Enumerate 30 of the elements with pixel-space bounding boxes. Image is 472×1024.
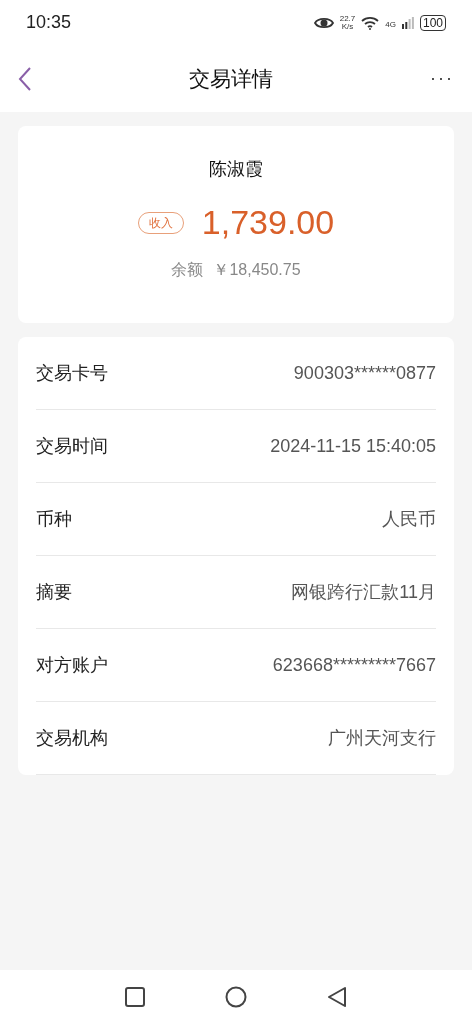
wifi-icon: [361, 15, 380, 30]
home-icon[interactable]: [225, 986, 247, 1008]
back-nav-icon[interactable]: [327, 986, 347, 1008]
page-title: 交易详情: [189, 65, 273, 92]
more-button[interactable]: ···: [430, 65, 454, 92]
back-icon[interactable]: [18, 66, 32, 91]
detail-value: 623668*********7667: [272, 653, 436, 677]
eye-icon: [313, 15, 334, 30]
payer-name: 陈淑霞: [209, 158, 263, 181]
detail-value: 2024-11-15 15:40:05: [270, 434, 436, 458]
status-time: 10:35: [26, 11, 72, 34]
detail-label: 交易卡号: [36, 361, 108, 385]
detail-value: 人民币: [382, 507, 436, 531]
detail-value: 广州天河支行: [328, 726, 436, 750]
detail-label: 摘要: [36, 580, 72, 604]
signal-icon: [401, 16, 414, 29]
detail-label: 币种: [36, 507, 72, 531]
balance-value: ￥18,450.75: [213, 260, 301, 280]
balance-label: 余额: [171, 260, 204, 280]
detail-value: 网银跨行汇款11月: [291, 580, 436, 604]
detail-label: 交易时间: [36, 434, 108, 458]
speed-value: 22.7: [339, 14, 356, 23]
amount: 1,739.00: [201, 202, 335, 243]
battery-indicator: 100: [419, 14, 446, 31]
recent-apps-icon[interactable]: [125, 987, 145, 1007]
detail-label: 对方账户: [36, 653, 108, 677]
detail-value: 900303******0877: [293, 361, 436, 385]
speed-unit: K/s: [341, 22, 354, 31]
network-type: 4G: [385, 18, 396, 31]
detail-label: 交易机构: [36, 726, 108, 750]
